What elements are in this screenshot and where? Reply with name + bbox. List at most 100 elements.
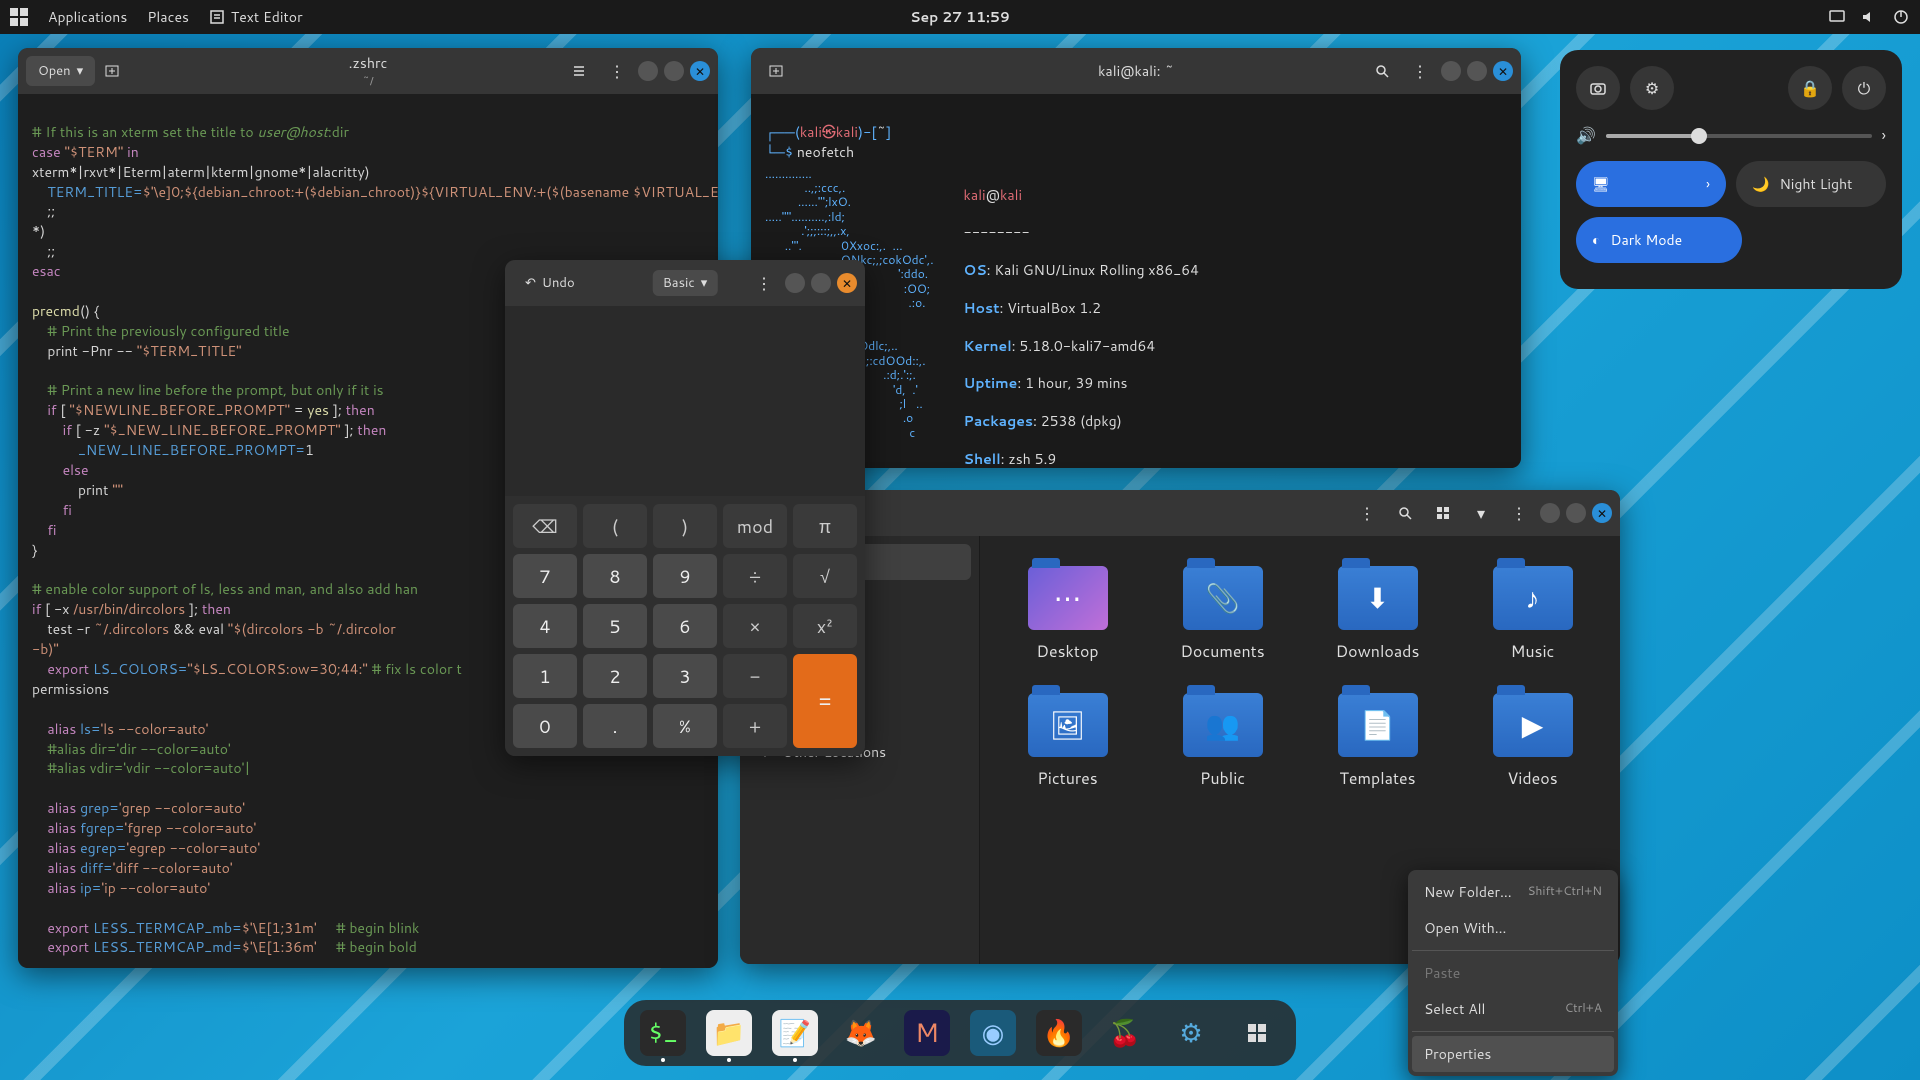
key-1[interactable]: 1 (513, 654, 577, 698)
applications-menu[interactable]: Applications (48, 7, 127, 27)
key-dot[interactable]: . (583, 704, 647, 748)
maximize-button[interactable] (1566, 503, 1586, 523)
path-menu-icon[interactable]: ⋮ (1350, 496, 1384, 530)
dock-metasploit[interactable]: M (904, 1010, 950, 1056)
dock-terminal[interactable]: $_ (640, 1010, 686, 1056)
folder-music[interactable]: ♪Music (1465, 566, 1600, 663)
dock-show-apps[interactable] (1234, 1010, 1280, 1056)
key-equals[interactable]: = (793, 654, 857, 748)
pictures-icon: 🖼 (1028, 693, 1108, 757)
close-button[interactable]: ✕ (1592, 503, 1612, 523)
open-button[interactable]: Open ▾ (26, 56, 95, 86)
folder-public[interactable]: 👥Public (1155, 693, 1290, 790)
dock-kali-tools[interactable]: ⚙ (1168, 1010, 1214, 1056)
folder-documents[interactable]: 📎Documents (1155, 566, 1290, 663)
terminal-titlebar[interactable]: kali@kali: ~ ⋮ ✕ (751, 48, 1521, 94)
settings-button[interactable]: ⚙ (1630, 66, 1674, 110)
calc-display[interactable] (505, 306, 865, 496)
documents-icon: 📎 (1183, 566, 1263, 630)
calculator-titlebar[interactable]: ↶ Undo Basic ▾ ⋮ ✕ (505, 260, 865, 306)
new-tab-button[interactable] (759, 54, 793, 88)
key-4[interactable]: 4 (513, 604, 577, 648)
wired-toggle[interactable]: 🖥› (1576, 161, 1726, 207)
key-subtract[interactable]: − (723, 654, 787, 698)
minimize-button[interactable] (1540, 503, 1560, 523)
key-square[interactable]: x² (793, 604, 857, 648)
folder-desktop[interactable]: ⋯Desktop (1000, 566, 1135, 663)
files-titlebar[interactable]: 🏠 Home ⋮ ▾ ⋮ ✕ (740, 490, 1620, 536)
key-5[interactable]: 5 (583, 604, 647, 648)
maximize-button[interactable] (664, 61, 684, 81)
key-pi[interactable]: π (793, 504, 857, 548)
dock-firefox[interactable]: 🦊 (838, 1010, 884, 1056)
key-multiply[interactable]: × (723, 604, 787, 648)
menu-open-with[interactable]: Open With… (1412, 910, 1614, 946)
dark-mode-toggle[interactable]: ◐Dark Mode (1576, 217, 1742, 263)
places-menu[interactable]: Places (147, 7, 189, 27)
menu-properties[interactable]: Properties (1412, 1036, 1614, 1072)
search-icon[interactable] (1388, 496, 1422, 530)
editor-menu-icon[interactable]: ⋮ (600, 54, 634, 88)
view-dropdown-icon[interactable]: ▾ (1464, 496, 1498, 530)
key-8[interactable]: 8 (583, 554, 647, 598)
maximize-button[interactable] (811, 273, 831, 293)
folder-videos[interactable]: ▶Videos (1465, 693, 1600, 790)
key-rparen[interactable]: ) (653, 504, 717, 548)
volume-slider[interactable] (1606, 134, 1872, 138)
key-add[interactable]: + (723, 704, 787, 748)
calc-menu-icon[interactable]: ⋮ (747, 266, 781, 300)
folder-pictures[interactable]: 🖼Pictures (1000, 693, 1135, 790)
folder-templates[interactable]: 📄Templates (1310, 693, 1445, 790)
key-sqrt[interactable]: √ (793, 554, 857, 598)
focused-app-label[interactable]: Text Editor (209, 7, 303, 27)
files-menu-icon[interactable]: ⋮ (1502, 496, 1536, 530)
dock-cherrytree[interactable]: 🍒 (1102, 1010, 1148, 1056)
key-0[interactable]: 0 (513, 704, 577, 748)
key-9[interactable]: 9 (653, 554, 717, 598)
dock-burpsuite[interactable]: 🔥 (1036, 1010, 1082, 1056)
minimize-button[interactable] (785, 273, 805, 293)
sidebar-toggle-icon[interactable] (562, 54, 596, 88)
screen-icon[interactable] (1828, 8, 1846, 26)
night-light-toggle[interactable]: 🌙Night Light (1736, 161, 1886, 207)
key-3[interactable]: 3 (653, 654, 717, 698)
maximize-button[interactable] (1467, 61, 1487, 81)
close-button[interactable]: ✕ (837, 273, 857, 293)
key-divide[interactable]: ÷ (723, 554, 787, 598)
dock-files[interactable]: 📁 (706, 1010, 752, 1056)
menu-new-folder[interactable]: New Folder…Shift+Ctrl+N (1412, 874, 1614, 910)
screenshot-button[interactable] (1576, 66, 1620, 110)
terminal-content[interactable]: ┌──(kali㉿kali)-[~] └─$ neofetch ........… (751, 94, 1521, 468)
mode-selector[interactable]: Basic ▾ (653, 270, 718, 296)
volume-icon[interactable] (1860, 8, 1878, 26)
terminal-window: kali@kali: ~ ⋮ ✕ ┌──(kali㉿kali)-[~] └─$ … (751, 48, 1521, 468)
key-percent[interactable]: % (653, 704, 717, 748)
folder-downloads[interactable]: ⬇Downloads (1310, 566, 1445, 663)
power-button[interactable]: ⏻ (1842, 66, 1886, 110)
key-mod[interactable]: mod (723, 504, 787, 548)
volume-expand-icon[interactable]: › (1882, 124, 1886, 147)
undo-button[interactable]: ↶ Undo (513, 268, 587, 298)
activities-icon[interactable] (10, 8, 28, 26)
dock-text-editor[interactable]: 📝 (772, 1010, 818, 1056)
close-button[interactable]: ✕ (690, 61, 710, 81)
minimize-button[interactable] (1441, 61, 1461, 81)
close-button[interactable]: ✕ (1493, 61, 1513, 81)
dock-wireshark[interactable]: ◉ (970, 1010, 1016, 1056)
search-icon[interactable] (1365, 54, 1399, 88)
terminal-menu-icon[interactable]: ⋮ (1403, 54, 1437, 88)
new-tab-button[interactable] (95, 54, 129, 88)
text-editor-titlebar[interactable]: Open ▾ .zshrc~/ ⋮ ✕ (18, 48, 718, 94)
lock-button[interactable]: 🔒 (1788, 66, 1832, 110)
public-icon: 👥 (1183, 693, 1263, 757)
menu-select-all[interactable]: Select AllCtrl+A (1412, 991, 1614, 1027)
key-7[interactable]: 7 (513, 554, 577, 598)
key-backspace[interactable]: ⌫ (513, 504, 577, 548)
key-2[interactable]: 2 (583, 654, 647, 698)
key-lparen[interactable]: ( (583, 504, 647, 548)
minimize-button[interactable] (638, 61, 658, 81)
view-toggle-icon[interactable] (1426, 496, 1460, 530)
power-icon[interactable] (1892, 8, 1910, 26)
clock[interactable]: Sep 27 11:59 (910, 7, 1010, 27)
key-6[interactable]: 6 (653, 604, 717, 648)
